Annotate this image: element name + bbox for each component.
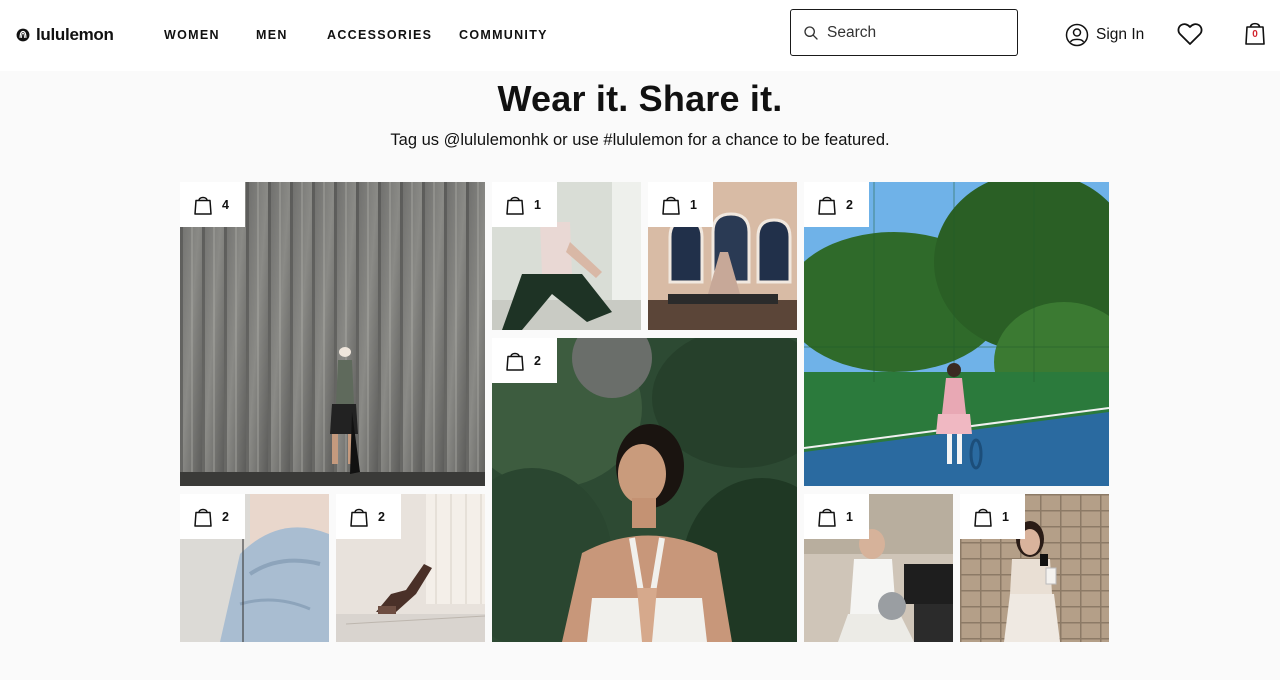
shopping-bag-icon	[506, 196, 524, 215]
sign-in-label: Sign In	[1096, 26, 1145, 43]
nav-women[interactable]: WOMEN	[164, 28, 220, 42]
heart-icon[interactable]	[1177, 22, 1203, 46]
search-input[interactable]	[827, 23, 1007, 42]
page-subtitle: Tag us @lululemonhk or use #lululemon fo…	[390, 131, 890, 149]
product-count-badge: 1	[804, 494, 869, 539]
product-count: 1	[534, 197, 541, 212]
lululemon-logo-icon	[16, 28, 30, 42]
product-count-badge: 2	[804, 182, 869, 227]
product-count-badge: 1	[492, 182, 557, 227]
gallery-tile[interactable]: 1	[960, 494, 1109, 642]
product-count: 1	[846, 509, 853, 524]
product-count: 2	[222, 509, 229, 524]
sign-in-button[interactable]: Sign In	[1065, 22, 1144, 48]
gallery-tile[interactable]: 4	[180, 182, 485, 486]
shopping-bag-icon	[662, 196, 680, 215]
photo-woman-metal-wall	[180, 182, 485, 486]
gallery-tile[interactable]: 2	[180, 494, 329, 642]
gallery-tile[interactable]: 1	[492, 182, 641, 330]
page-title: Wear it. Share it.	[497, 78, 783, 119]
gallery-tile[interactable]: 2	[336, 494, 485, 642]
product-count: 2	[534, 353, 541, 368]
shopping-bag-icon	[194, 196, 212, 215]
shopping-bag-icon	[818, 508, 836, 527]
nav-men[interactable]: MEN	[256, 28, 288, 42]
search-icon	[804, 25, 818, 40]
shopping-bag-icon	[974, 508, 992, 527]
product-count: 2	[378, 509, 385, 524]
product-count: 1	[1002, 509, 1009, 524]
brand-logo[interactable]: lululemon	[16, 25, 114, 45]
shopping-bag-button[interactable]: 0	[1244, 20, 1266, 46]
search-box[interactable]	[790, 9, 1018, 56]
site-header: lululemon WOMEN MEN ACCESSORIES COMMUNIT…	[0, 0, 1280, 71]
photo-tennis-court	[804, 182, 1109, 486]
product-count-badge: 1	[648, 182, 713, 227]
product-count: 1	[690, 197, 697, 212]
nav-accessories[interactable]: ACCESSORIES	[327, 28, 432, 42]
product-count: 2	[846, 197, 853, 212]
product-count-badge: 4	[180, 182, 245, 227]
gallery-tile[interactable]: 1	[648, 182, 797, 330]
shopping-bag-icon	[350, 508, 368, 527]
product-count-badge: 2	[336, 494, 401, 539]
product-count-badge: 1	[960, 494, 1025, 539]
photo-meditation-forest	[492, 338, 797, 642]
user-icon	[1065, 23, 1089, 47]
product-count-badge: 2	[492, 338, 557, 383]
product-count: 4	[222, 197, 229, 212]
product-count-badge: 2	[180, 494, 245, 539]
shopping-bag-icon	[818, 196, 836, 215]
shopping-bag-icon	[194, 508, 212, 527]
bag-count: 0	[1252, 29, 1258, 40]
nav-community[interactable]: COMMUNITY	[459, 28, 548, 42]
gallery-tile[interactable]: 2	[492, 338, 797, 642]
shopping-bag-icon	[506, 352, 524, 371]
gallery-tile[interactable]: 1	[804, 494, 953, 642]
brand-logo-text: lululemon	[36, 25, 114, 44]
gallery-tile[interactable]: 2	[804, 182, 1109, 486]
